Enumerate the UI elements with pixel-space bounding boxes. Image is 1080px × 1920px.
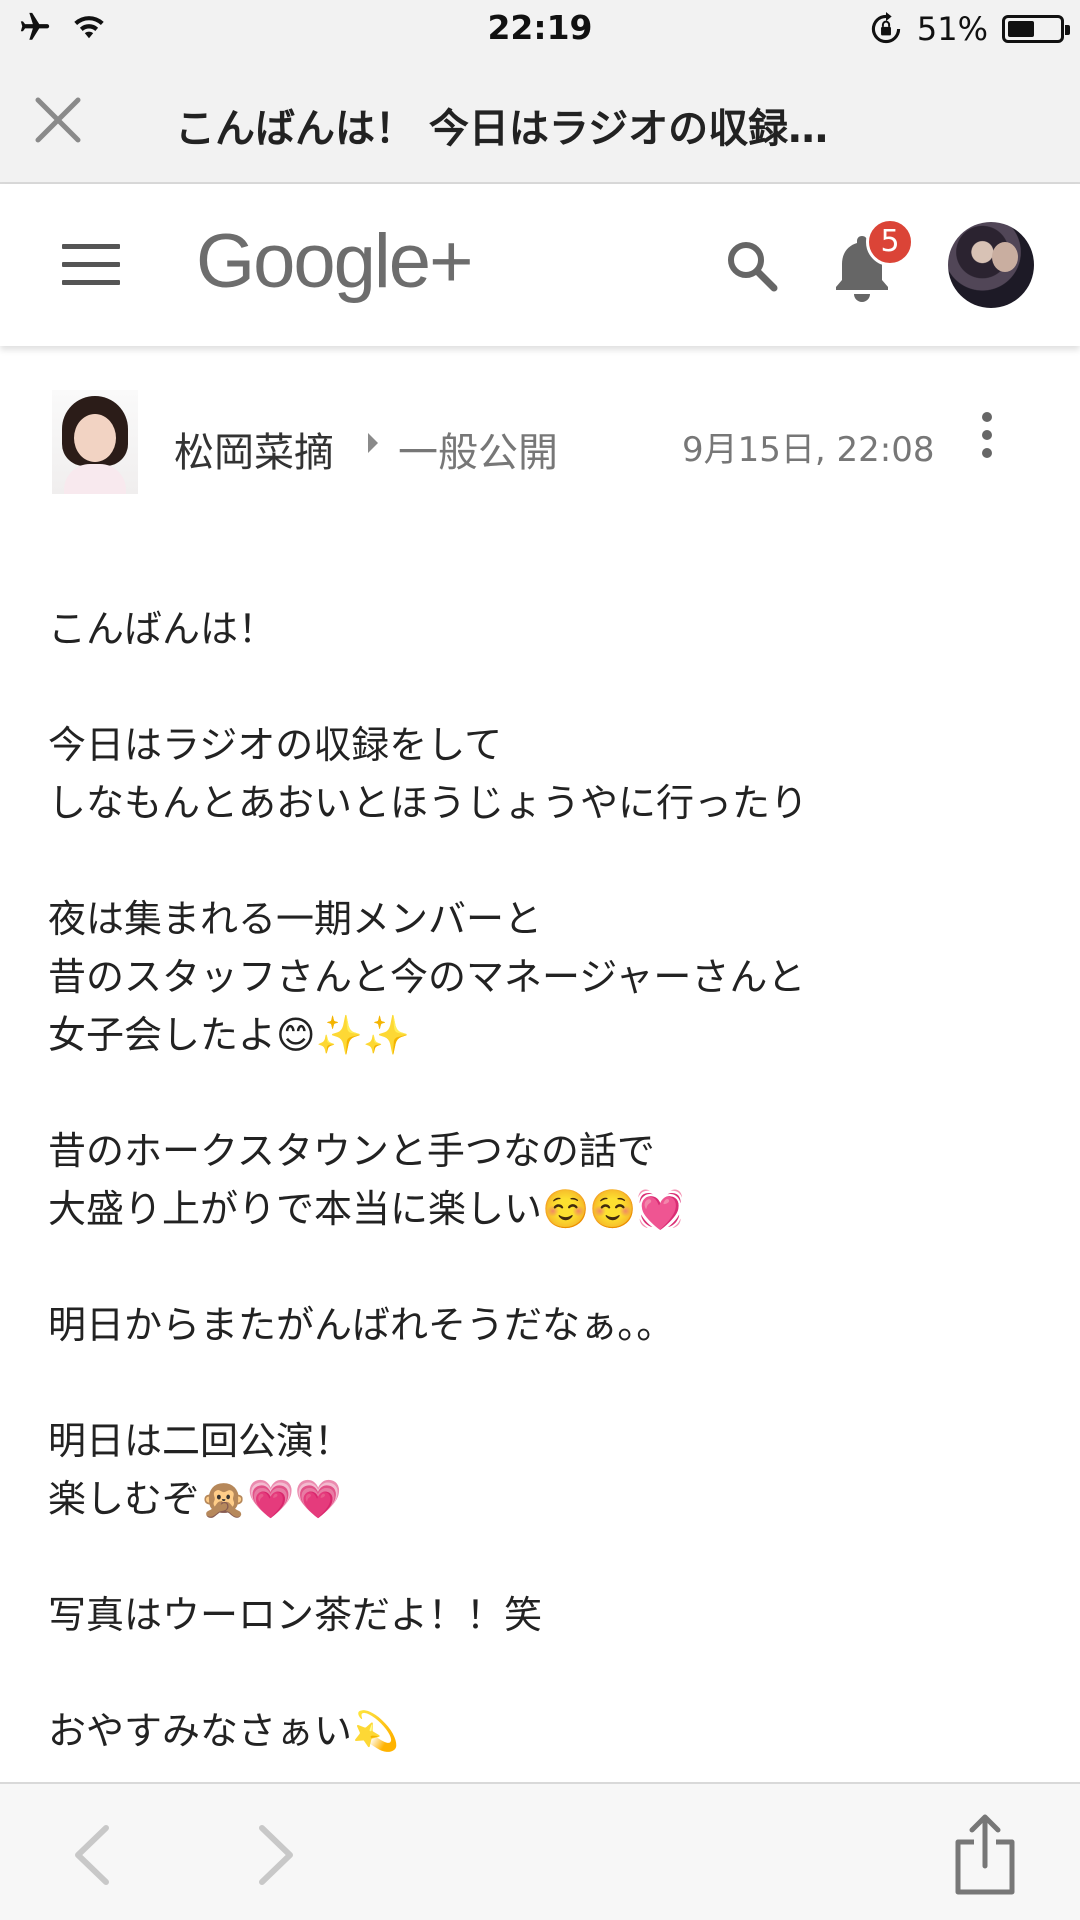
forward-arrow-icon	[259, 1825, 293, 1885]
share-icon	[955, 1814, 1015, 1895]
post-text-line: 明日は二回公演！	[48, 1419, 353, 1463]
post-text-line: 夜は集まれる一期メンバーと	[48, 897, 543, 941]
post-paragraph: 昔のホークスタウンと手つなの話で 大盛り上がりで本当に楽しい☺️☺️💓	[48, 1122, 1028, 1238]
post-paragraph: こんばんは！	[48, 600, 1028, 658]
post-paragraph: 今日はラジオの収録をしてしなもんとあおいとほうじょうやに行ったり	[48, 716, 1028, 832]
status-bar: 22:19 51%	[0, 0, 1080, 58]
post-text-line: 楽しむぞ🙊💗💗	[48, 1477, 342, 1521]
notification-badge: 5	[866, 218, 914, 266]
menu-button[interactable]	[62, 244, 120, 286]
menu-icon	[62, 244, 120, 249]
search-icon	[728, 242, 778, 292]
battery-fill	[1008, 21, 1034, 37]
forward-button[interactable]	[250, 1820, 300, 1890]
more-vert-icon	[982, 412, 992, 422]
author-name[interactable]: 松岡菜摘	[174, 420, 334, 478]
avatar[interactable]	[948, 222, 1034, 308]
close-icon	[35, 97, 81, 143]
search-button[interactable]	[722, 236, 782, 296]
post-paragraph: 夜は集まれる一期メンバーと昔のスタッフさんと今のマネージャーさんと 女子会したよ😊…	[48, 890, 1028, 1064]
post-text-line: 写真はウーロン茶だよ！！笑	[48, 1593, 543, 1637]
menu-icon-line	[62, 280, 120, 285]
post-text-line: 昔のスタッフさんと今のマネージャーさんと	[48, 955, 806, 999]
battery-icon	[1002, 15, 1070, 43]
post-paragraph: おやすみなさぁい💫	[48, 1702, 1028, 1760]
post-paragraph: 明日は二回公演！ 楽しむぞ🙊💗💗	[48, 1412, 1028, 1528]
battery-percent: 51%	[916, 10, 988, 48]
webview-title-bar: こんばんは！ 今日はラジオの収録…	[0, 58, 1080, 184]
back-button[interactable]	[68, 1820, 118, 1890]
more-vert-icon-dot	[982, 448, 992, 458]
post-text-line: こんばんは！	[48, 607, 277, 651]
browser-toolbar	[0, 1782, 1080, 1920]
menu-icon-line	[62, 262, 120, 267]
post-text-line: 女子会したよ😊✨✨	[48, 1013, 411, 1057]
post-text-line: 明日からまたがんばれそうだなぁ。。	[48, 1303, 675, 1347]
more-options-button[interactable]	[976, 412, 998, 464]
more-vert-icon-dot	[982, 430, 992, 440]
post-text-line: 大盛り上がりで本当に楽しい☺️☺️💓	[48, 1187, 684, 1231]
post-paragraph: 明日からまたがんばれそうだなぁ。。	[48, 1296, 1028, 1354]
author-avatar[interactable]	[52, 390, 138, 494]
post-visibility: 一般公開	[398, 430, 558, 476]
share-button[interactable]	[950, 1812, 1020, 1896]
avatar-face	[74, 414, 116, 462]
post-text-line: しなもんとあおいとほうじょうやに行ったり	[48, 781, 809, 825]
google-plus-app-bar: Google+ 5	[0, 184, 1080, 346]
post-timestamp[interactable]: 9月15日, 22:08	[682, 422, 935, 471]
page-title: こんばんは！ 今日はラジオの収録…	[175, 106, 829, 152]
post-paragraph: 写真はウーロン茶だよ！！笑	[48, 1586, 1028, 1644]
google-plus-logo[interactable]: Google+	[196, 218, 473, 305]
rotation-lock-icon	[871, 12, 901, 44]
post-body: こんばんは！ 今日はラジオの収録をして しなもんとあおいとほうじょうやに行ったり 夜は…	[48, 600, 1028, 1818]
arrow-right-icon	[368, 433, 378, 453]
avatar-body	[64, 464, 126, 494]
back-arrow-icon	[75, 1825, 109, 1885]
post-text-line: おやすみなさぁい💫	[48, 1709, 400, 1753]
status-right: 51%	[869, 10, 1070, 48]
close-button[interactable]	[28, 90, 88, 150]
post-text-line: 昔のホークスタウンと手つなの話で	[48, 1129, 655, 1173]
post-text-line: 今日はラジオの収録をして	[48, 723, 503, 767]
